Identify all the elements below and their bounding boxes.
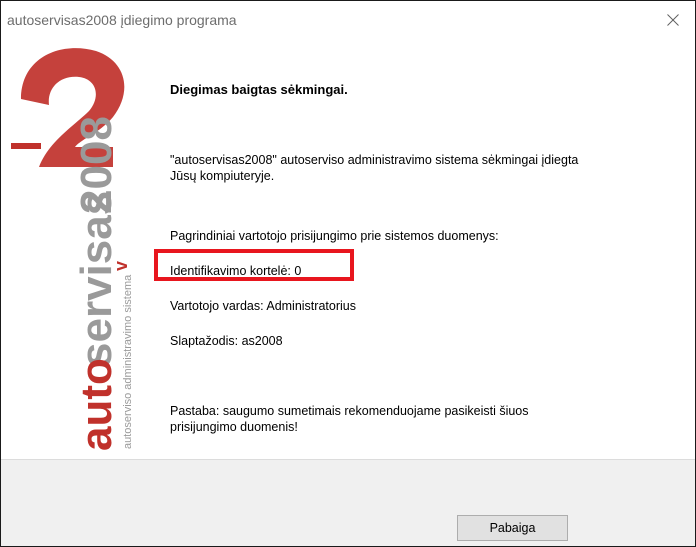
content-area: 2008 v servisas auto autoserviso adminis…: [1, 39, 695, 459]
security-note-line2: prisijungimo duomenis!: [170, 420, 298, 434]
logo-subtitle: autoserviso administravimo sistema: [122, 274, 134, 449]
logo-brand-servisas: servisas: [72, 191, 121, 367]
close-icon: [667, 14, 679, 26]
title-bar: autoservisas2008 įdiegimo programa: [1, 1, 695, 39]
logo-brand-auto: auto: [72, 358, 121, 451]
installer-window: autoservisas2008 įdiegimo programa 2008 …: [0, 0, 696, 547]
password-text: Slaptažodis: as2008: [170, 334, 283, 348]
username-text: Vartotojo vardas: Administratorius: [170, 299, 356, 313]
install-message-line2: Jūsų kompiuteryje.: [170, 169, 275, 183]
card-id-highlight: [154, 249, 354, 281]
autoservisas-logo: 2008 v servisas auto autoserviso adminis…: [11, 48, 134, 451]
install-message-line1: "autoservisas2008" autoserviso administr…: [170, 153, 579, 167]
close-button[interactable]: [651, 1, 695, 39]
button-bar: Pabaiga: [1, 459, 695, 546]
finish-button[interactable]: Pabaiga: [457, 515, 568, 541]
completion-heading: Diegimas baigtas sėkmingai.: [170, 82, 348, 97]
security-note-line1: Pastaba: saugumo sumetimais rekomenduoja…: [170, 404, 529, 418]
window-title: autoservisas2008 įdiegimo programa: [7, 12, 237, 28]
credentials-intro: Pagrindiniai vartotojo prisijungimo prie…: [170, 229, 499, 243]
